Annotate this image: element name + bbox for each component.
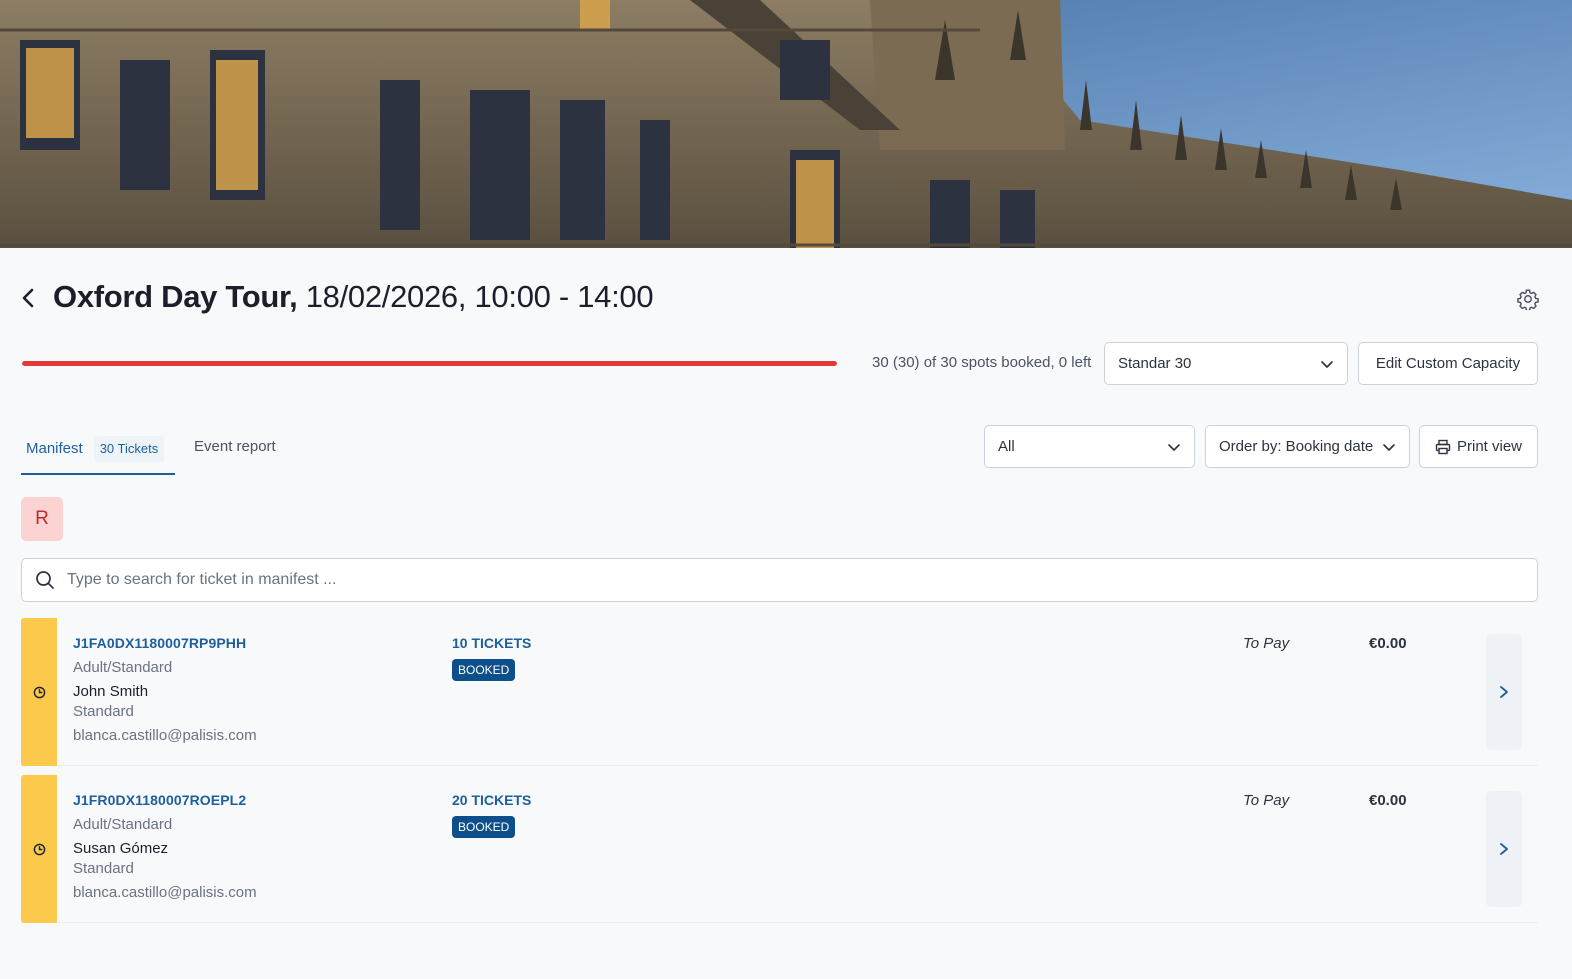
clock-icon <box>33 686 45 698</box>
payment-amount: €0.00 <box>1369 792 1407 809</box>
chevron-down-icon <box>1168 443 1180 451</box>
pending-status-stripe <box>21 775 57 923</box>
search-icon <box>36 571 54 589</box>
customer-name: John Smith <box>73 683 149 700</box>
edit-custom-capacity-button[interactable]: Edit Custom Capacity <box>1358 342 1538 385</box>
capacity-plan-select[interactable]: Standar 30 <box>1104 342 1348 385</box>
capacity-plan-value: Standar 30 <box>1118 355 1192 372</box>
print-view-button[interactable]: Print view <box>1419 425 1538 468</box>
open-booking-button[interactable] <box>1486 634 1522 750</box>
order-by-select[interactable]: Order by: Booking date <box>1205 425 1410 468</box>
open-booking-button[interactable] <box>1486 791 1522 907</box>
chevron-down-icon <box>1383 443 1395 451</box>
tab-manifest[interactable]: Manifest 30 Tickets <box>26 436 165 462</box>
building-illustration <box>0 0 1572 248</box>
rate-name: Standard <box>73 860 134 877</box>
booking-code[interactable]: J1FA0DX1180007RP9PHH <box>73 635 246 651</box>
event-datetime: 18/02/2026, 10:00 - 14:00 <box>305 279 654 314</box>
search-input[interactable] <box>67 571 1467 589</box>
customer-email: blanca.castillo@palisis.com <box>73 727 257 744</box>
ticket-quantity: 10 TICKETS <box>452 635 532 651</box>
capacity-summary: 30 (30) of 30 spots booked, 0 left <box>872 354 1092 371</box>
manifest-search[interactable] <box>21 558 1538 602</box>
customer-name: Susan Gómez <box>73 840 169 857</box>
tab-event-report[interactable]: Event report <box>194 436 276 458</box>
chevron-right-icon <box>1500 843 1508 855</box>
payment-label: To Pay <box>1243 792 1290 809</box>
printer-icon <box>1435 439 1451 454</box>
chevron-down-icon <box>1321 360 1333 368</box>
status-filter-select[interactable]: All <box>984 425 1195 468</box>
status-badge: BOOKED <box>452 816 516 838</box>
booking-code[interactable]: J1FR0DX1180007ROEPL2 <box>73 792 246 808</box>
payment-amount: €0.00 <box>1369 635 1407 652</box>
ticket-count-badge: 30 Tickets <box>93 436 165 462</box>
ticket-quantity: 20 TICKETS <box>452 792 532 808</box>
payment-label: To Pay <box>1243 635 1290 652</box>
page-title: Oxford Day Tour, 18/02/2026, 10:00 - 14:… <box>53 278 654 316</box>
pending-status-stripe <box>21 618 57 766</box>
rate-name: Standard <box>73 703 134 720</box>
status-filter-value: All <box>998 438 1015 455</box>
tab-manifest-label: Manifest <box>26 440 83 457</box>
chevron-left-icon <box>22 288 34 308</box>
booking-row[interactable]: J1FR0DX1180007ROEPL2 Adult/Standard Susa… <box>21 775 1538 923</box>
hero-banner-image <box>0 0 1572 248</box>
booking-row[interactable]: J1FA0DX1180007RP9PHH Adult/Standard John… <box>21 618 1538 766</box>
ticket-type: Adult/Standard <box>73 659 173 676</box>
capacity-progress-fill <box>22 361 837 366</box>
chevron-right-icon <box>1500 686 1508 698</box>
clock-icon <box>33 843 45 855</box>
order-by-value: Order by: Booking date <box>1219 438 1374 455</box>
settings-button[interactable] <box>1514 285 1542 313</box>
gear-icon <box>1517 289 1539 310</box>
ticket-type: Adult/Standard <box>73 816 173 833</box>
customer-email: blanca.castillo@palisis.com <box>73 884 257 901</box>
capacity-progress-bar <box>22 361 837 366</box>
back-button[interactable] <box>14 283 42 313</box>
event-name: Oxford Day Tour, <box>53 279 298 314</box>
filter-chip[interactable]: R <box>21 497 63 541</box>
status-badge: BOOKED <box>452 659 516 681</box>
active-tab-indicator <box>21 473 175 475</box>
print-view-label: Print view <box>1456 438 1523 455</box>
